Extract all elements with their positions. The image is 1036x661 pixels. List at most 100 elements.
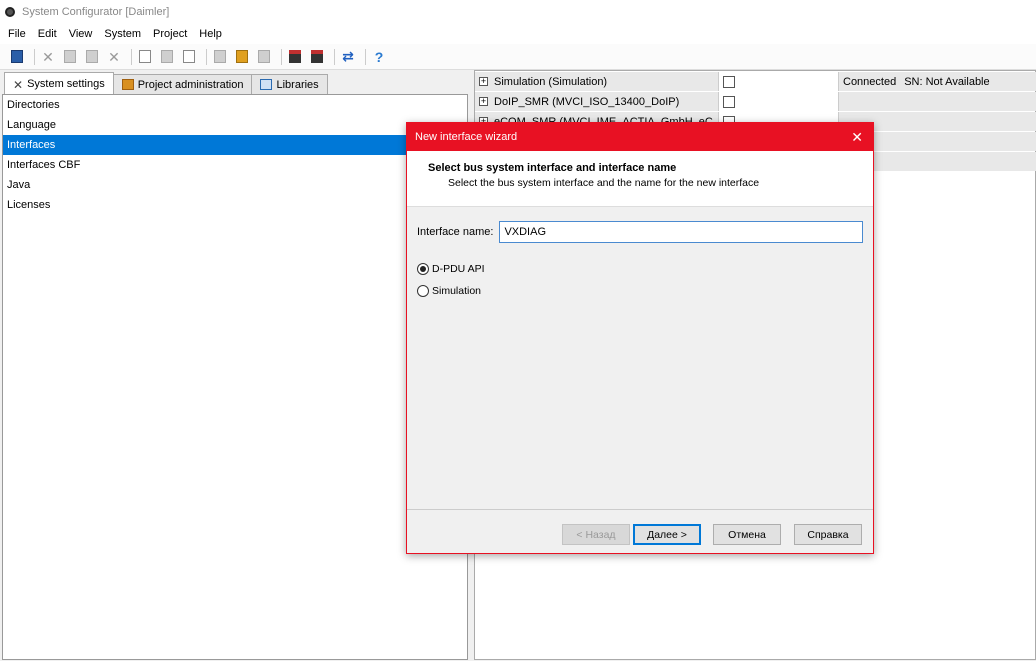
page-icon	[183, 50, 195, 63]
list-item-directories[interactable]: Directories	[3, 95, 467, 115]
help-button[interactable]: ?	[370, 48, 388, 66]
import-button[interactable]	[286, 48, 304, 66]
active-cell	[719, 92, 839, 111]
table-row[interactable]: + DoIP_SMR (MVCI_ISO_13400_DoIP)	[475, 92, 1036, 111]
refresh-icon: ⇄	[342, 48, 354, 64]
interface-name: DoIP_SMR (MVCI_ISO_13400_DoIP)	[494, 95, 680, 108]
menu-file[interactable]: File	[8, 28, 26, 40]
serial-number: SN: Not Available	[904, 75, 990, 88]
interface-name: Simulation (Simulation)	[494, 75, 608, 88]
radio-button[interactable]	[417, 285, 429, 297]
project-icon	[121, 79, 134, 90]
help-dialog-button[interactable]: Справка	[794, 524, 862, 545]
tab-system-settings[interactable]: ✕ System settings	[4, 72, 114, 94]
import-icon	[289, 50, 301, 63]
menu-project[interactable]: Project	[153, 28, 187, 40]
radio-option-dpdu[interactable]: D-PDU API	[417, 263, 485, 275]
active-cell	[719, 72, 839, 91]
dialog-footer: < Назад Далее > Отмена Справка	[407, 509, 873, 553]
interface-name-input[interactable]	[499, 221, 864, 243]
menu-system[interactable]: System	[104, 28, 141, 40]
database-icon	[214, 50, 226, 63]
list-item-java[interactable]: Java	[3, 175, 467, 195]
cut-icon: ✕	[42, 48, 54, 65]
libraries-icon	[260, 79, 273, 90]
help-icon: ?	[374, 48, 384, 65]
radio-label: D-PDU API	[432, 263, 485, 275]
interface-name-cell: + DoIP_SMR (MVCI_ISO_13400_DoIP)	[475, 92, 719, 111]
window-title: System Configurator [Daimler]	[22, 6, 170, 18]
radio-option-simulation[interactable]: Simulation	[417, 285, 481, 297]
tools-icon: ✕	[13, 78, 24, 92]
copy-button[interactable]	[61, 48, 79, 66]
delete-button[interactable]: ✕	[105, 48, 123, 66]
tab-libraries[interactable]: Libraries	[251, 74, 328, 94]
archive-icon	[236, 50, 248, 63]
close-icon[interactable]: ✕	[851, 129, 863, 146]
save-icon	[11, 50, 23, 63]
status-cell: Connected SN: Not Available	[839, 72, 1036, 91]
delete-icon: ✕	[108, 48, 120, 65]
tab-label: System settings	[27, 77, 105, 90]
database-button[interactable]	[211, 48, 229, 66]
list-item-licenses[interactable]: Licenses	[3, 195, 467, 215]
cut-button[interactable]: ✕	[39, 48, 57, 66]
print-button[interactable]	[255, 48, 273, 66]
page-button[interactable]	[180, 48, 198, 66]
app-icon	[5, 7, 15, 17]
menu-view[interactable]: View	[69, 28, 93, 40]
toolbar-separator	[365, 48, 366, 65]
menu-help[interactable]: Help	[199, 28, 222, 40]
list-item-interfaces[interactable]: Interfaces	[3, 135, 467, 155]
list-item-interfaces-cbf[interactable]: Interfaces CBF	[3, 155, 467, 175]
settings-tabs: ✕ System settings Project administration…	[0, 72, 470, 94]
refresh-button[interactable]: ⇄	[339, 48, 357, 66]
print-icon	[258, 50, 270, 63]
settings-list: Directories Language Interfaces Interfac…	[2, 94, 468, 660]
expand-icon[interactable]: +	[479, 97, 488, 106]
export-icon	[311, 50, 323, 63]
new-document-icon	[139, 50, 151, 63]
next-button[interactable]: Далее >	[633, 524, 701, 545]
dialog-title: New interface wizard	[415, 131, 518, 143]
radio-button[interactable]	[417, 263, 429, 275]
properties-button[interactable]	[158, 48, 176, 66]
table-row[interactable]: + Simulation (Simulation) Connected SN: …	[475, 72, 1036, 91]
dialog-title-bar: New interface wizard ✕	[407, 123, 873, 151]
dialog-heading: Select bus system interface and interfac…	[428, 162, 677, 174]
status-cell	[839, 92, 1036, 111]
active-checkbox[interactable]	[723, 95, 735, 108]
copy-icon	[64, 50, 76, 63]
archive-button[interactable]	[233, 48, 251, 66]
menu-bar: File Edit View System Project Help	[0, 24, 1036, 44]
active-checkbox[interactable]	[723, 75, 735, 88]
radio-label: Simulation	[432, 285, 482, 297]
tab-label: Project administration	[137, 78, 244, 91]
dialog-subheading: Select the bus system interface and the …	[448, 177, 760, 189]
connection-status: Connected	[843, 75, 897, 88]
dialog-header: Select bus system interface and interfac…	[407, 151, 873, 207]
tab-label: Libraries	[276, 78, 319, 91]
interface-name-cell: + Simulation (Simulation)	[475, 72, 719, 91]
toolbar-separator	[131, 48, 132, 65]
tab-project-administration[interactable]: Project administration	[112, 74, 253, 94]
toolbar-separator	[334, 48, 335, 65]
cancel-button[interactable]: Отмена	[713, 524, 781, 545]
new-interface-wizard-dialog: New interface wizard ✕ Select bus system…	[406, 122, 874, 554]
paste-button[interactable]	[83, 48, 101, 66]
toolbar-separator	[34, 48, 35, 65]
paste-icon	[86, 50, 98, 63]
title-bar: System Configurator [Daimler]	[0, 0, 1036, 24]
interface-name-label: Interface name:	[417, 226, 494, 238]
export-button[interactable]	[308, 48, 326, 66]
toolbar-separator	[281, 48, 282, 65]
back-button[interactable]: < Назад	[562, 524, 630, 545]
expand-icon[interactable]: +	[479, 77, 488, 86]
properties-icon	[161, 50, 173, 63]
save-button[interactable]	[8, 48, 26, 66]
interface-name-row: Interface name:	[417, 221, 864, 243]
toolbar-separator	[206, 48, 207, 65]
new-button[interactable]	[136, 48, 154, 66]
list-item-language[interactable]: Language	[3, 115, 467, 135]
menu-edit[interactable]: Edit	[38, 28, 57, 40]
